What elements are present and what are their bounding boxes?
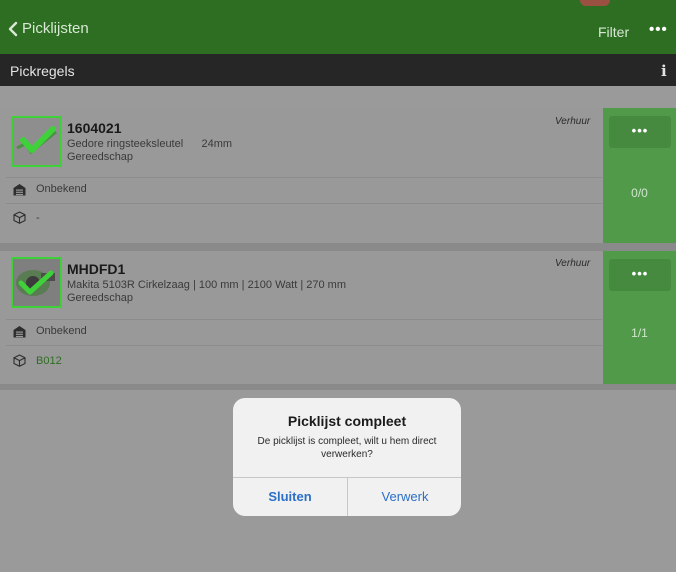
navigation-bar: Picklijsten Filter ••• (0, 0, 676, 54)
item-code: 1604021 (67, 120, 122, 136)
checkmark-icon (13, 118, 60, 165)
location-label: B012 (36, 355, 62, 367)
divider (6, 203, 602, 204)
item-image (11, 116, 62, 167)
item-action-panel: ••• 1/1 (603, 251, 676, 384)
list-separator (0, 243, 676, 251)
pick-count: 1/1 (631, 326, 648, 340)
box-icon (13, 354, 26, 367)
dialog-title: Picklijst compleet (287, 413, 407, 429)
pick-count: 0/0 (631, 186, 648, 200)
close-button[interactable]: Sluiten (233, 478, 347, 516)
alert-dialog: Picklijst compleet De picklijst is compl… (233, 398, 461, 516)
back-label: Picklijsten (22, 20, 89, 37)
item-description: Gedore ringsteeksleutel 24mm (67, 138, 233, 150)
dialog-message: De picklijst is compleet, wilt u hem dir… (257, 436, 437, 460)
item-category: Gereedschap (67, 292, 134, 304)
list-item[interactable]: MHDFD1 Makita 5103R Cirkelzaag | 100 mm … (0, 251, 676, 384)
item-more-button[interactable]: ••• (609, 116, 671, 148)
item-description: Makita 5103R Cirkelzaag | 100 mm | 2100 … (67, 279, 347, 291)
warehouse-label: Onbekend (36, 183, 87, 195)
list-separator (0, 384, 676, 390)
back-button[interactable]: Picklijsten (8, 20, 89, 37)
status-indicator (580, 0, 610, 6)
page-title: Pickregels (10, 63, 75, 79)
location-label: - (36, 212, 40, 224)
list-item[interactable]: 1604021 Gedore ringsteeksleutel 24mm Ger… (0, 108, 676, 243)
warehouse-icon (13, 326, 26, 338)
section-header: Pickregels i (0, 54, 676, 86)
spacer (0, 86, 676, 108)
item-type: Verhuur (555, 258, 591, 269)
info-icon[interactable]: i (661, 62, 675, 80)
item-category: Gereedschap (67, 151, 134, 163)
item-action-panel: ••• 0/0 (603, 108, 676, 243)
item-code: MHDFD1 (67, 261, 126, 277)
circular-saw-icon (13, 259, 60, 306)
item-type: Verhuur (555, 116, 591, 127)
warehouse-icon (13, 184, 26, 196)
divider (6, 177, 602, 178)
divider (6, 319, 602, 320)
filter-button[interactable]: Filter (598, 24, 629, 40)
chevron-left-icon (8, 21, 18, 36)
item-image (11, 257, 62, 308)
divider (6, 345, 602, 346)
more-button[interactable]: ••• (649, 21, 668, 38)
warehouse-label: Onbekend (36, 325, 87, 337)
box-icon (13, 211, 26, 224)
process-button[interactable]: Verwerk (348, 478, 461, 516)
item-more-button[interactable]: ••• (609, 259, 671, 291)
